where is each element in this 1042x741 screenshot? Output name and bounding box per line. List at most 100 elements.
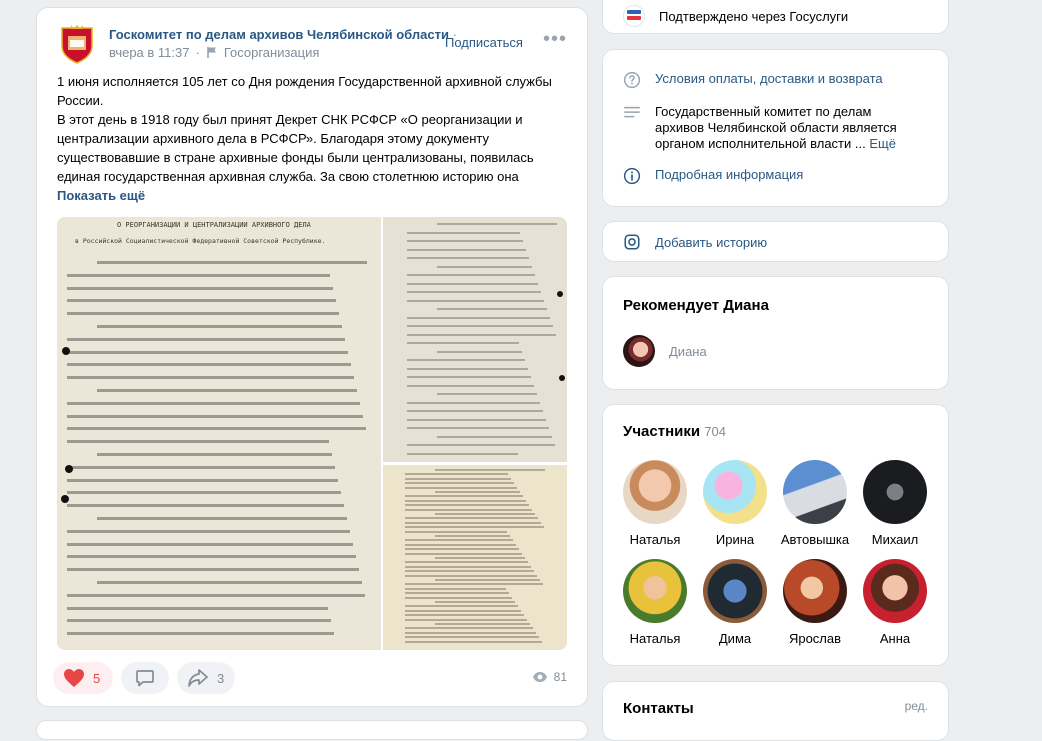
group-description: Государственный комитет по делам архивов… xyxy=(655,104,915,152)
document-text-line xyxy=(67,465,335,469)
post-meta: вчера в 11:37 · Госорганизация xyxy=(109,45,319,60)
description-more-link[interactable]: Ещё xyxy=(869,136,896,151)
member-item[interactable]: Автовышка xyxy=(775,460,855,547)
recommender-row[interactable]: Диана xyxy=(623,335,928,367)
document-text-line xyxy=(435,513,535,515)
member-item[interactable]: Михаил xyxy=(855,460,935,547)
members-title-row[interactable]: Участники 704 xyxy=(623,423,726,440)
document-text-line xyxy=(407,401,540,404)
document-text-line xyxy=(405,482,514,485)
subscribe-button[interactable]: Подписаться xyxy=(445,35,523,50)
contacts-title: Контакты xyxy=(623,700,694,717)
members-title[interactable]: Участники xyxy=(623,423,700,440)
add-story-block[interactable]: Добавить историю xyxy=(602,221,949,262)
member-avatar[interactable] xyxy=(863,460,927,524)
document-text-line xyxy=(97,581,362,584)
member-avatar[interactable] xyxy=(703,559,767,623)
member-name[interactable]: Анна xyxy=(855,631,935,646)
add-story-link[interactable]: Добавить историю xyxy=(655,235,767,250)
member-avatar[interactable] xyxy=(623,460,687,524)
document-text-line xyxy=(67,529,350,533)
punch-hole xyxy=(62,347,70,355)
member-avatar[interactable] xyxy=(783,460,847,524)
post-photo-3[interactable] xyxy=(383,465,567,650)
member-name[interactable]: Автовышка xyxy=(775,532,855,547)
show-more-link[interactable]: Показать ещё xyxy=(57,186,569,205)
document-text-line xyxy=(67,555,356,559)
document-text-line xyxy=(407,427,549,429)
document-subheading: в Российской Социалистической Федеративн… xyxy=(75,237,326,245)
gosuslugi-logo-icon xyxy=(623,5,645,27)
document-text-line xyxy=(407,316,550,319)
next-post-peek xyxy=(36,720,588,740)
share-button[interactable]: 3 xyxy=(177,662,235,694)
document-text-line xyxy=(407,342,519,344)
wall-post: Госкомитет по делам архивов Челябинской … xyxy=(36,7,588,707)
gosuslugi-label: Подтверждено через Госуслуги xyxy=(659,8,849,24)
member-name[interactable]: Ярослав xyxy=(775,631,855,646)
member-avatar[interactable] xyxy=(863,559,927,623)
member-avatar[interactable] xyxy=(703,460,767,524)
document-text-line xyxy=(435,491,520,493)
member-name[interactable]: Ирина xyxy=(695,532,775,547)
comment-button[interactable] xyxy=(121,662,169,694)
member-name[interactable]: Наталья xyxy=(615,532,695,547)
member-name[interactable]: Наталья xyxy=(615,631,695,646)
description-text: Государственный комитет по делам архивов… xyxy=(655,104,897,151)
more-options-icon[interactable]: ••• xyxy=(543,29,567,52)
member-item[interactable]: Наталья xyxy=(615,559,695,646)
group-name[interactable]: Госкомитет по делам архивов Челябинской … xyxy=(109,27,457,42)
member-avatar[interactable] xyxy=(623,559,687,623)
document-text-line xyxy=(407,248,526,251)
document-text-line xyxy=(67,491,341,495)
document-text-line xyxy=(407,376,531,378)
member-item[interactable]: Ирина xyxy=(695,460,775,547)
meta-separator: · xyxy=(195,45,200,60)
document-text-line xyxy=(67,337,345,341)
punch-hole xyxy=(61,495,69,503)
document-text-line xyxy=(407,452,518,455)
details-link[interactable]: Подробная информация xyxy=(655,167,803,182)
member-avatar[interactable] xyxy=(783,559,847,623)
terms-row[interactable]: Условия оплаты, доставки и возврата xyxy=(623,71,928,89)
member-name[interactable]: Михаил xyxy=(855,532,935,547)
document-text-line xyxy=(435,623,530,625)
document-text-line xyxy=(67,632,334,636)
document-text-line xyxy=(405,548,519,551)
contacts-block: Контакты ред. xyxy=(602,681,949,741)
document-text-line xyxy=(67,401,360,405)
document-text-line xyxy=(407,299,544,302)
document-text-line xyxy=(407,359,525,361)
post-photo-main[interactable]: О РЕОРГАНИЗАЦИИ И ЦЕНТРАЛИЗАЦИИ АРХИВНОГ… xyxy=(57,217,381,650)
post-time[interactable]: вчера в 11:37 xyxy=(109,45,189,60)
document-text-line xyxy=(405,499,526,502)
member-item[interactable]: Дима xyxy=(695,559,775,646)
punch-hole xyxy=(65,465,73,473)
document-text-line xyxy=(405,517,538,520)
recommender-avatar[interactable] xyxy=(623,335,655,367)
post-photo-2[interactable] xyxy=(383,217,567,462)
document-text-line xyxy=(407,291,541,293)
group-name-text[interactable]: Госкомитет по делам архивов Челябинской … xyxy=(109,27,449,42)
document-text-line xyxy=(405,495,523,498)
recommender-name[interactable]: Диана xyxy=(669,344,707,359)
member-item[interactable]: Наталья xyxy=(615,460,695,547)
document-text-line xyxy=(437,435,552,438)
document-text-line xyxy=(407,274,535,276)
document-text-line xyxy=(437,223,557,225)
like-button[interactable]: 5 xyxy=(53,662,113,694)
members-count: 704 xyxy=(704,424,726,439)
chelyabinsk-coat-of-arms-icon xyxy=(61,25,93,64)
document-heading: О РЕОРГАНИЗАЦИИ И ЦЕНТРАЛИЗАЦИИ АРХИВНОГ… xyxy=(117,221,311,229)
document-text-line xyxy=(435,579,540,581)
terms-link[interactable]: Условия оплаты, доставки и возврата xyxy=(655,71,883,86)
member-item[interactable]: Анна xyxy=(855,559,935,646)
document-text-line xyxy=(405,618,527,621)
member-item[interactable]: Ярослав xyxy=(775,559,855,646)
flag-icon xyxy=(207,47,216,58)
contacts-edit-link[interactable]: ред. xyxy=(905,699,928,713)
member-name[interactable]: Дима xyxy=(695,631,775,646)
description-row: Государственный комитет по делам архивов… xyxy=(623,104,928,152)
details-row[interactable]: Подробная информация xyxy=(623,167,928,185)
group-avatar[interactable] xyxy=(57,24,97,64)
